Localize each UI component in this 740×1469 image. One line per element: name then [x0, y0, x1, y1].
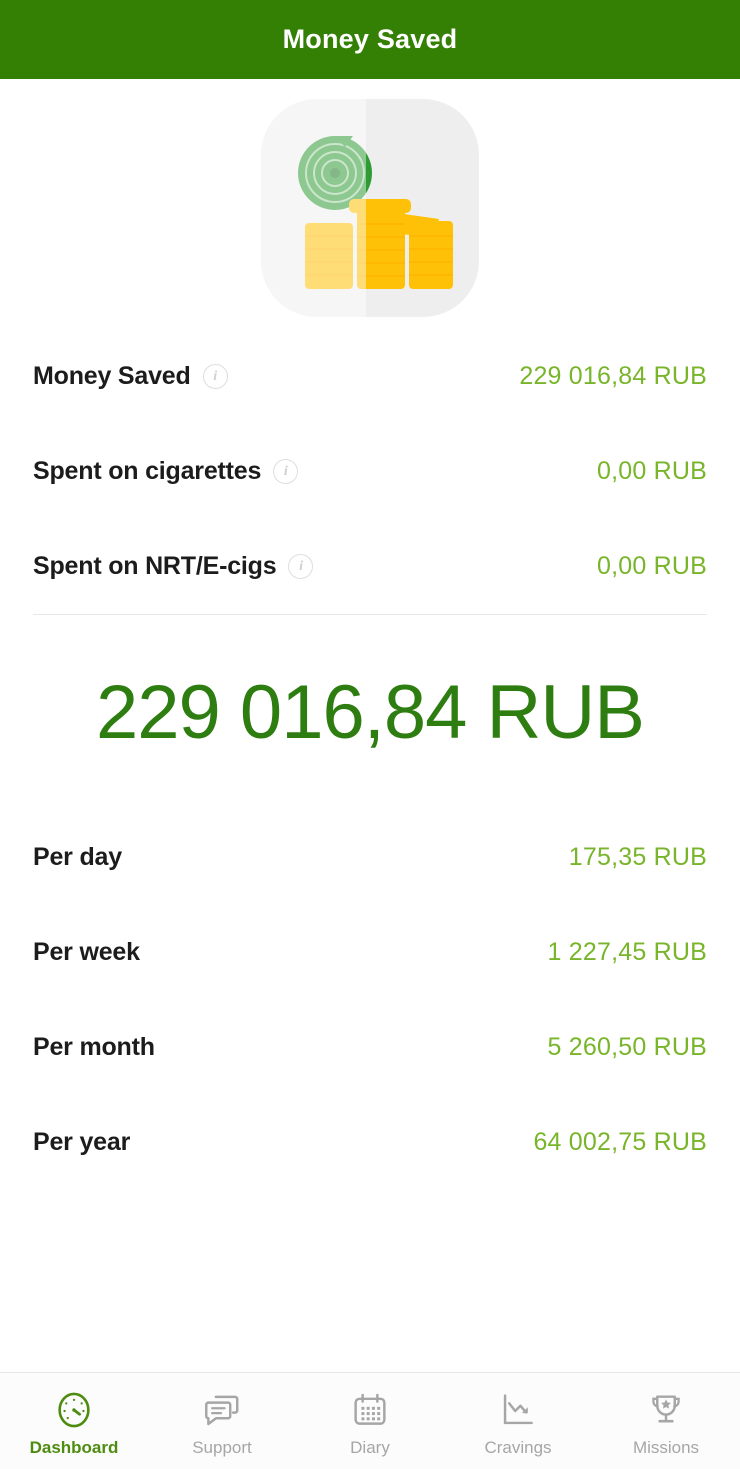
- tab-label: Dashboard: [29, 1437, 119, 1457]
- tab-diary[interactable]: Diary: [296, 1373, 444, 1469]
- money-saved-coins-illustration: [261, 99, 479, 317]
- stat-value: 229 016,84 RUB: [519, 362, 707, 390]
- stat-label: Money Saved: [33, 362, 191, 390]
- breakdown-row-per-year[interactable]: Per year 64 002,75 RUB: [33, 1095, 707, 1190]
- breakdown-value: 5 260,50 RUB: [547, 1033, 707, 1061]
- breakdown-value: 175,35 RUB: [568, 843, 707, 871]
- stat-value: 0,00 RUB: [597, 457, 707, 485]
- stat-label: Spent on NRT/E-cigs: [33, 552, 277, 580]
- breakdown-row-per-week[interactable]: Per week 1 227,45 RUB: [33, 905, 707, 1000]
- stat-row-spent-on-nrt-ecigs[interactable]: Spent on NRT/E-cigs i 0,00 RUB: [33, 519, 707, 614]
- stat-label-group: Money Saved i: [33, 362, 228, 391]
- tab-label: Diary: [350, 1437, 390, 1457]
- stat-value: 0,00 RUB: [597, 552, 707, 580]
- tab-label: Support: [192, 1437, 252, 1457]
- tab-dashboard[interactable]: Dashboard: [0, 1373, 148, 1469]
- breakdown-row-per-day[interactable]: Per day 175,35 RUB: [33, 810, 707, 905]
- stats-list: Money Saved i 229 016,84 RUB Spent on ci…: [0, 329, 740, 614]
- stat-label-group: Spent on NRT/E-cigs i: [33, 552, 314, 581]
- tab-cravings[interactable]: Cravings: [444, 1373, 592, 1469]
- breakdown-label: Per month: [33, 1033, 155, 1061]
- scroll-content: Money Saved i 229 016,84 RUB Spent on ci…: [0, 79, 740, 1372]
- breakdown-value: 1 227,45 RUB: [547, 938, 707, 966]
- trophy-icon: [652, 1394, 680, 1423]
- info-icon[interactable]: i: [273, 459, 299, 484]
- calendar-icon: [354, 1393, 386, 1425]
- gauge-icon: [58, 1392, 90, 1427]
- stat-label-group: Spent on cigarettes i: [33, 457, 299, 486]
- tab-label: Missions: [632, 1437, 700, 1457]
- app-header: Money Saved: [0, 0, 740, 79]
- stat-row-money-saved[interactable]: Money Saved i 229 016,84 RUB: [33, 329, 707, 424]
- line-chart-icon: [503, 1393, 533, 1424]
- chat-bubbles-icon: [205, 1395, 239, 1425]
- hero-section: [0, 79, 740, 329]
- breakdown-label: Per year: [33, 1128, 131, 1156]
- info-icon[interactable]: i: [288, 554, 314, 579]
- info-icon[interactable]: i: [202, 364, 228, 389]
- breakdown-label: Per day: [33, 843, 122, 871]
- tab-label: Cravings: [484, 1437, 552, 1457]
- breakdown-value: 64 002,75 RUB: [533, 1128, 707, 1156]
- stat-row-spent-on-cigarettes[interactable]: Spent on cigarettes i 0,00 RUB: [33, 424, 707, 519]
- page-title: Money Saved: [282, 24, 458, 54]
- tab-missions[interactable]: Missions: [592, 1373, 740, 1469]
- tab-support[interactable]: Support: [148, 1373, 296, 1469]
- coin-stack-right: [409, 221, 453, 289]
- breakdown-row-per-month[interactable]: Per month 5 260,50 RUB: [33, 1000, 707, 1095]
- money-saved-screen: Money Saved Money Saved i 229 016,84 RUB…: [0, 0, 740, 1469]
- bottom-navigation: Dashboard Support Diary Cravings Mission…: [0, 1372, 740, 1469]
- illustration-sheen-overlay: [261, 99, 366, 317]
- total-amount: 229 016,84 RUB: [96, 670, 645, 755]
- total-section: 229 016,84 RUB: [0, 615, 740, 810]
- stat-label: Spent on cigarettes: [33, 457, 262, 485]
- breakdown-label: Per week: [33, 938, 140, 966]
- breakdown-list: Per day 175,35 RUB Per week 1 227,45 RUB…: [0, 810, 740, 1190]
